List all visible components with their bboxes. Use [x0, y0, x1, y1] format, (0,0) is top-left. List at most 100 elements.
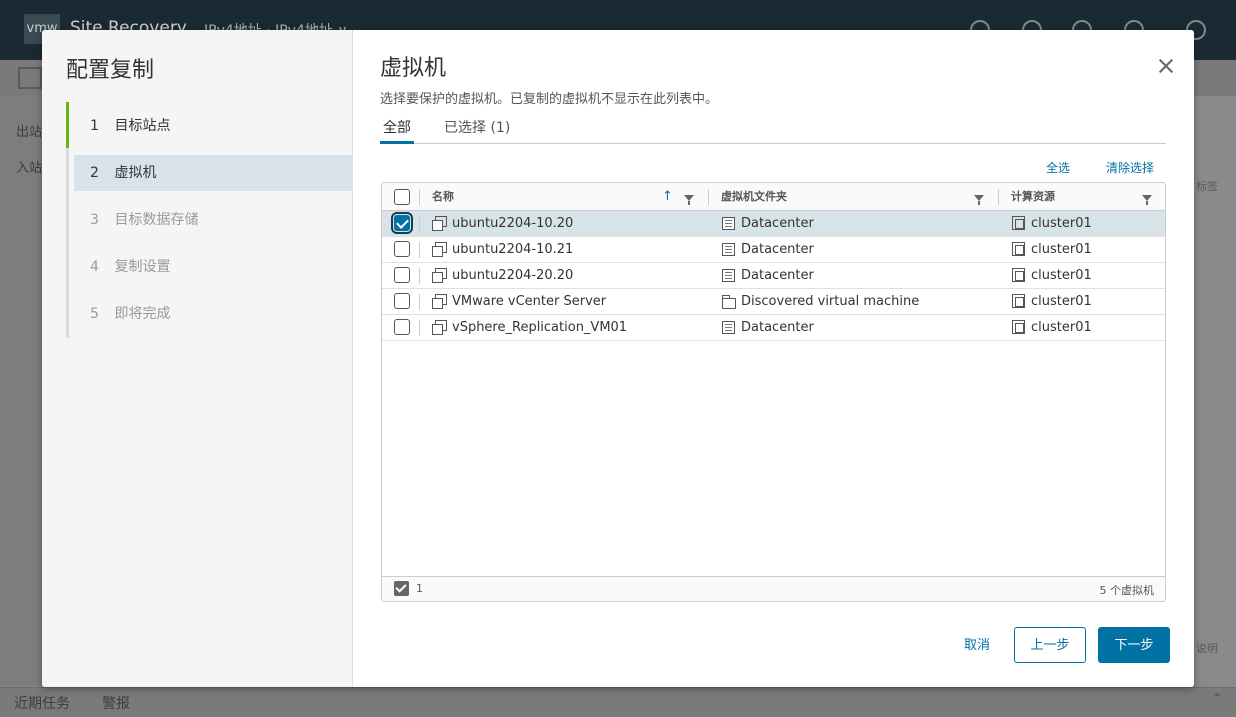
filter-icon[interactable] [684, 195, 694, 205]
close-icon[interactable] [1156, 56, 1176, 76]
step-number: 2 [90, 165, 99, 181]
row-checkbox[interactable] [394, 319, 410, 335]
wizard-step-ready-to-complete: 5 即将完成 [74, 296, 353, 332]
cluster-icon [1012, 216, 1025, 230]
step-number: 5 [90, 306, 99, 322]
row-checkbox[interactable] [394, 293, 410, 309]
column-header-compute[interactable]: 计算资源 [1011, 183, 1055, 211]
step-number: 4 [90, 259, 99, 275]
vm-folder: Discovered virtual machine [741, 294, 920, 309]
cluster-icon [1012, 242, 1025, 256]
vm-name: VMware vCenter Server [452, 294, 607, 309]
step-label: 虚拟机 [114, 165, 157, 181]
cluster-icon [1012, 294, 1025, 308]
column-separator [419, 242, 420, 258]
cancel-button[interactable]: 取消 [939, 627, 1015, 663]
wizard-step-target-datastore: 3 目标数据存储 [74, 202, 353, 238]
vm-icon [432, 216, 447, 231]
step-label: 目标数据存储 [114, 212, 199, 228]
table-row[interactable]: ubuntu2204-20.20 Datacenter cluster01 [382, 263, 1165, 289]
column-separator[interactable] [998, 189, 999, 205]
tab-bar: 全部 已选择 (1) [380, 116, 1166, 144]
tab-all[interactable]: 全部 [380, 116, 414, 144]
wizard-title: 配置复制 [66, 58, 155, 83]
step-number: 3 [90, 212, 99, 228]
column-separator [419, 320, 420, 336]
vm-folder: Datacenter [741, 268, 814, 283]
vm-name: ubuntu2204-20.20 [452, 268, 574, 283]
column-separator[interactable] [708, 189, 709, 205]
datacenter-icon [722, 321, 735, 334]
vm-icon [432, 294, 447, 309]
tab-selected[interactable]: 已选择 (1) [444, 116, 510, 144]
outbound-item: 出站 [16, 125, 43, 140]
vm-datagrid: 名称 ↑ 虚拟机文件夹 计算资源 ubuntu2204-10.20 Datace… [381, 182, 1166, 602]
selected-count: 1 [416, 582, 423, 595]
next-button[interactable]: 下一步 [1098, 627, 1170, 663]
step-label: 即将完成 [114, 306, 171, 322]
select-all-checkbox[interactable] [394, 189, 410, 205]
grid-footer: 1 5 个虚拟机 [382, 576, 1165, 601]
wizard-nav: 配置复制 1 目标站点 2 虚拟机 3 目标数据存储 4 复制设置 5 即将完成 [42, 30, 353, 687]
table-row[interactable]: ubuntu2204-10.20 Datacenter cluster01 [382, 211, 1165, 237]
inbound-item: 入站 [16, 161, 43, 176]
table-row[interactable]: ubuntu2204-10.21 Datacenter cluster01 [382, 237, 1165, 263]
bg-desc-label: 说明 [1196, 642, 1218, 655]
alarms-tab: 警报 [102, 696, 130, 712]
wizard-step-replication-settings: 4 复制设置 [74, 249, 353, 285]
vm-name: ubuntu2204-10.21 [452, 242, 574, 257]
compute-resource: cluster01 [1031, 320, 1092, 335]
bg-tag-label: 标签 [1196, 180, 1218, 193]
row-checkbox[interactable] [391, 212, 413, 234]
grid-view-icon [18, 67, 42, 89]
configure-replication-dialog: 配置复制 1 目标站点 2 虚拟机 3 目标数据存储 4 复制设置 5 即将完成… [42, 30, 1194, 687]
datacenter-icon [722, 243, 735, 256]
cluster-icon [1012, 320, 1025, 334]
wizard-content: 虚拟机 选择要保护的虚拟机。已复制的虚拟机不显示在此列表中。 全部 已选择 (1… [353, 30, 1194, 687]
column-header-folder[interactable]: 虚拟机文件夹 [721, 183, 787, 211]
page-subtitle: 选择要保护的虚拟机。已复制的虚拟机不显示在此列表中。 [380, 92, 719, 107]
vm-name: vSphere_Replication_VM01 [452, 320, 628, 335]
wizard-step-target-site[interactable]: 1 目标站点 [74, 108, 353, 144]
step-track-done [66, 102, 69, 148]
row-checkbox[interactable] [394, 241, 410, 257]
step-number: 1 [90, 118, 99, 134]
vm-folder: Datacenter [741, 216, 814, 231]
wizard-step-virtual-machines[interactable]: 2 虚拟机 [74, 155, 353, 191]
filter-icon[interactable] [1142, 195, 1152, 205]
filter-icon[interactable] [974, 195, 984, 205]
step-label: 复制设置 [114, 259, 171, 275]
expand-up-icon: ⌃ [1212, 692, 1223, 707]
vm-icon [432, 242, 447, 257]
column-separator [419, 268, 420, 284]
table-row[interactable]: VMware vCenter Server Discovered virtual… [382, 289, 1165, 315]
vm-name: ubuntu2204-10.20 [452, 216, 574, 231]
grid-header: 名称 ↑ 虚拟机文件夹 计算资源 [382, 183, 1165, 211]
vm-icon [432, 268, 447, 283]
datacenter-icon [722, 269, 735, 282]
sort-ascending-icon[interactable]: ↑ [662, 189, 673, 204]
column-separator [419, 216, 420, 232]
column-separator [419, 189, 420, 205]
column-header-name[interactable]: 名称 [432, 183, 454, 211]
vm-folder: Datacenter [741, 242, 814, 257]
compute-resource: cluster01 [1031, 242, 1092, 257]
cluster-icon [1012, 268, 1025, 282]
step-label: 目标站点 [114, 118, 171, 134]
compute-resource: cluster01 [1031, 294, 1092, 309]
compute-resource: cluster01 [1031, 268, 1092, 283]
vm-folder: Datacenter [741, 320, 814, 335]
table-row[interactable]: vSphere_Replication_VM01 Datacenter clus… [382, 315, 1165, 341]
datacenter-icon [722, 217, 735, 230]
selection-count-checkbox-icon [394, 581, 409, 596]
page-title: 虚拟机 [380, 56, 447, 81]
back-button[interactable]: 上一步 [1014, 627, 1086, 663]
vm-icon [432, 320, 447, 335]
clear-selection-button[interactable]: 清除选择 [1106, 159, 1154, 176]
compute-resource: cluster01 [1031, 216, 1092, 231]
column-separator [419, 294, 420, 310]
row-checkbox[interactable] [394, 267, 410, 283]
total-vm-count: 5 个虚拟机 [1099, 584, 1155, 597]
folder-icon [722, 295, 736, 309]
select-all-button[interactable]: 全选 [1046, 159, 1070, 176]
